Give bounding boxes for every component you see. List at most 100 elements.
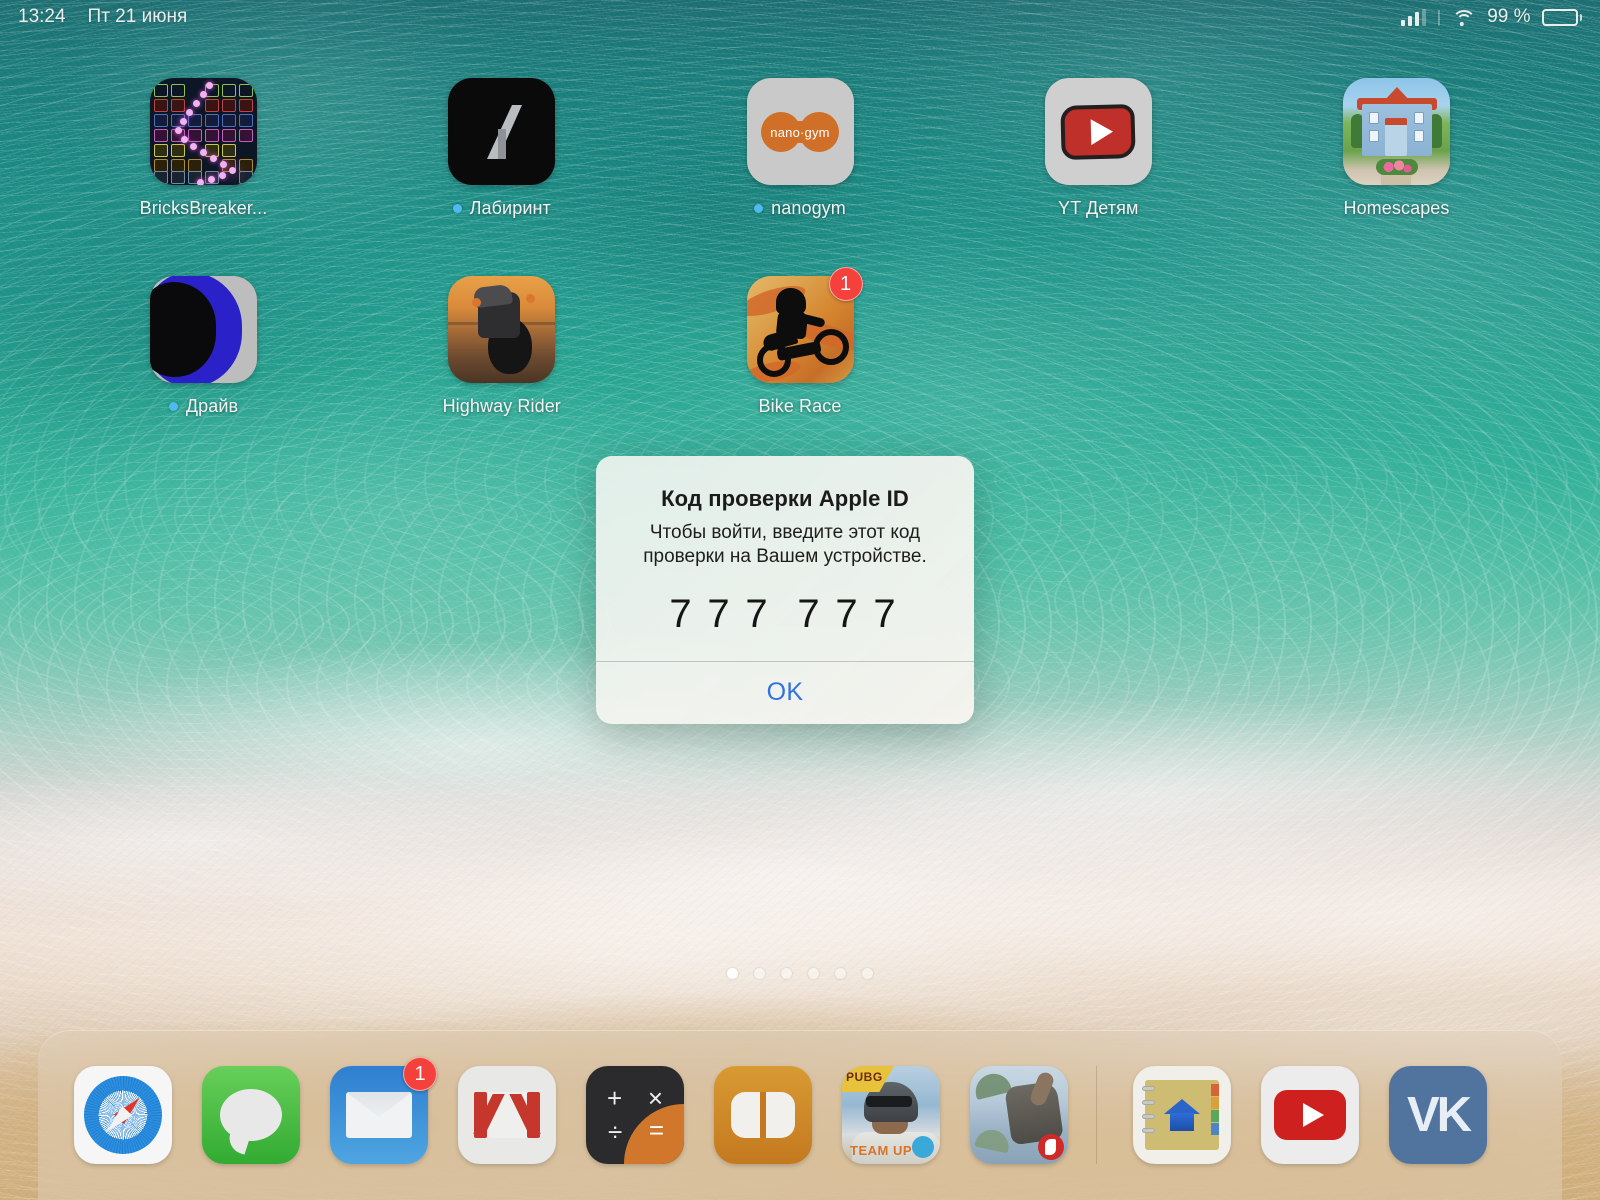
nanogym-peanut-shape: nano·gym: [761, 111, 839, 152]
app-label: nanogym: [754, 198, 846, 219]
app-label: Драйв: [168, 396, 239, 417]
dock-recent-youtube[interactable]: [1261, 1066, 1359, 1164]
dock-app-books[interactable]: [714, 1066, 812, 1164]
safari-icon: [74, 1066, 172, 1164]
app-row-2: Драйв Highway Rider 1 Bike Race: [0, 267, 1600, 417]
app-label-text: Драйв: [185, 396, 239, 416]
app-labirint[interactable]: Лабиринт: [398, 78, 605, 219]
dock-app-gmail[interactable]: [458, 1066, 556, 1164]
cellular-signal-icon: [1400, 8, 1426, 26]
youtube-icon: [1261, 1066, 1359, 1164]
equals-icon: =: [648, 1115, 664, 1145]
verification-code: 7 7 7 7 7 7: [620, 592, 950, 637]
status-bar-separator: |: [1436, 7, 1442, 26]
badge-count: 1: [828, 267, 863, 301]
bricksbreaker-icon: [150, 78, 257, 185]
battery-percent-label: 99 %: [1487, 6, 1531, 27]
labirint-icon: [448, 78, 556, 185]
code-digit-3: 7: [745, 591, 773, 636]
highway-rider-icon: [448, 276, 556, 383]
labirint-logo-glyph: [486, 104, 522, 159]
app-bike-race[interactable]: 1 Bike Race: [697, 267, 904, 417]
multiply-icon: ×: [647, 1083, 663, 1113]
messages-icon: [202, 1066, 300, 1164]
dialog-message: Чтобы войти, введите этот код проверки н…: [643, 522, 927, 568]
app-label: Лабиринт: [452, 198, 551, 219]
code-digit-2: 7: [707, 591, 735, 636]
dialog-title: Код проверки Apple ID: [661, 486, 909, 511]
status-bar: 13:24 Пт 21 июня | 99 %: [0, 0, 1600, 34]
app-label-text: BricksBreaker...: [139, 198, 268, 218]
page-dot-2[interactable]: [754, 968, 765, 979]
page-indicator-dots[interactable]: [0, 968, 1600, 979]
new-app-dot-icon: [452, 204, 462, 213]
app-bricksbreaker[interactable]: BricksBreaker...: [100, 78, 307, 219]
books-icon: [714, 1066, 812, 1164]
app-label: Bike Race: [759, 396, 842, 417]
page-dot-6[interactable]: [862, 968, 873, 979]
tencent-logo-icon: [912, 1136, 934, 1158]
dock: 1 + × ÷ = PUBG TEAM UP VK: [38, 1030, 1562, 1200]
youtube-kids-icon: [1044, 78, 1152, 185]
ok-button[interactable]: OK: [596, 662, 974, 724]
app-row-1: BricksBreaker... Лабиринт nano·gym nanog…: [0, 78, 1600, 219]
dock-app-safari[interactable]: [74, 1066, 172, 1164]
page-dot-3[interactable]: [781, 968, 792, 979]
status-bar-date: Пт 21 июня: [87, 6, 188, 27]
app-drive[interactable]: Драйв: [100, 276, 307, 417]
homescapes-icon: [1343, 78, 1450, 185]
app-label: Highway Rider: [443, 396, 561, 417]
dock-app-messages[interactable]: [202, 1066, 300, 1164]
badge-count: 1: [403, 1057, 437, 1091]
bricksbreaker-ball-trail: [150, 78, 257, 185]
status-bar-left: 13:24 Пт 21 июня: [18, 6, 187, 28]
gmail-icon: [458, 1066, 556, 1164]
apple-id-verification-dialog: Код проверки Apple ID Чтобы войти, введи…: [596, 456, 974, 724]
status-bar-right: | 99 %: [1400, 6, 1582, 28]
dock-recent-apps: VK: [1096, 1066, 1487, 1164]
app-highway-rider[interactable]: Highway Rider: [398, 276, 605, 417]
code-digit-1: 7: [669, 591, 697, 636]
page-dot-1[interactable]: [727, 968, 738, 979]
app-label-text: nanogym: [771, 198, 846, 218]
new-app-dot-icon: [754, 204, 764, 213]
pubg-icon: PUBG TEAM UP: [842, 1066, 940, 1164]
dock-app-mail[interactable]: 1: [330, 1057, 437, 1164]
dialog-body: Код проверки Apple ID Чтобы войти, введи…: [596, 456, 974, 661]
code-digit-6: 7: [873, 591, 901, 636]
dock-recent-vk[interactable]: VK: [1389, 1066, 1487, 1164]
new-app-dot-icon: [168, 402, 178, 411]
dock-app-free-fire[interactable]: [970, 1066, 1068, 1164]
vk-icon: VK: [1389, 1066, 1487, 1164]
page-dot-5[interactable]: [835, 968, 846, 979]
app-label: Homescapes: [1343, 198, 1449, 219]
app-homescapes[interactable]: Homescapes: [1293, 78, 1500, 219]
app-label: YT Детям: [1058, 198, 1138, 219]
nanogym-icon-text: nano·gym: [770, 124, 830, 140]
dock-app-pubg[interactable]: PUBG TEAM UP: [842, 1066, 940, 1164]
app-icon-grid: BricksBreaker... Лабиринт nano·gym nanog…: [0, 78, 1600, 474]
app-label-text: YT Детям: [1058, 198, 1139, 218]
dock-recent-contacts[interactable]: [1133, 1066, 1231, 1164]
drive-icon: [150, 276, 257, 383]
app-youtube-kids[interactable]: YT Детям: [995, 78, 1202, 219]
app-nanogym[interactable]: nano·gym nanogym: [697, 78, 904, 219]
calculator-icon: + × ÷ =: [586, 1066, 684, 1164]
pubg-teamup-text: TEAM UP: [850, 1143, 912, 1158]
notebook-home-icon: [1133, 1066, 1231, 1164]
status-bar-time: 13:24: [18, 6, 66, 27]
app-label-text: Лабиринт: [469, 198, 551, 218]
youtube-kids-play-shape: [1060, 103, 1136, 160]
code-digit-4: 7: [797, 591, 825, 636]
app-slot-empty-1: [995, 276, 1202, 417]
nanogym-icon: nano·gym: [746, 78, 854, 185]
app-label: BricksBreaker...: [140, 198, 268, 219]
vk-icon-text: VK: [1406, 1088, 1472, 1142]
dock-app-calculator[interactable]: + × ÷ =: [586, 1066, 684, 1164]
app-label-text: Highway Rider: [442, 396, 561, 416]
app-label-text: Homescapes: [1343, 198, 1450, 218]
plus-icon: +: [607, 1083, 623, 1113]
garena-logo-icon: [1038, 1134, 1064, 1160]
code-digit-5: 7: [835, 591, 863, 636]
page-dot-4[interactable]: [808, 968, 819, 979]
